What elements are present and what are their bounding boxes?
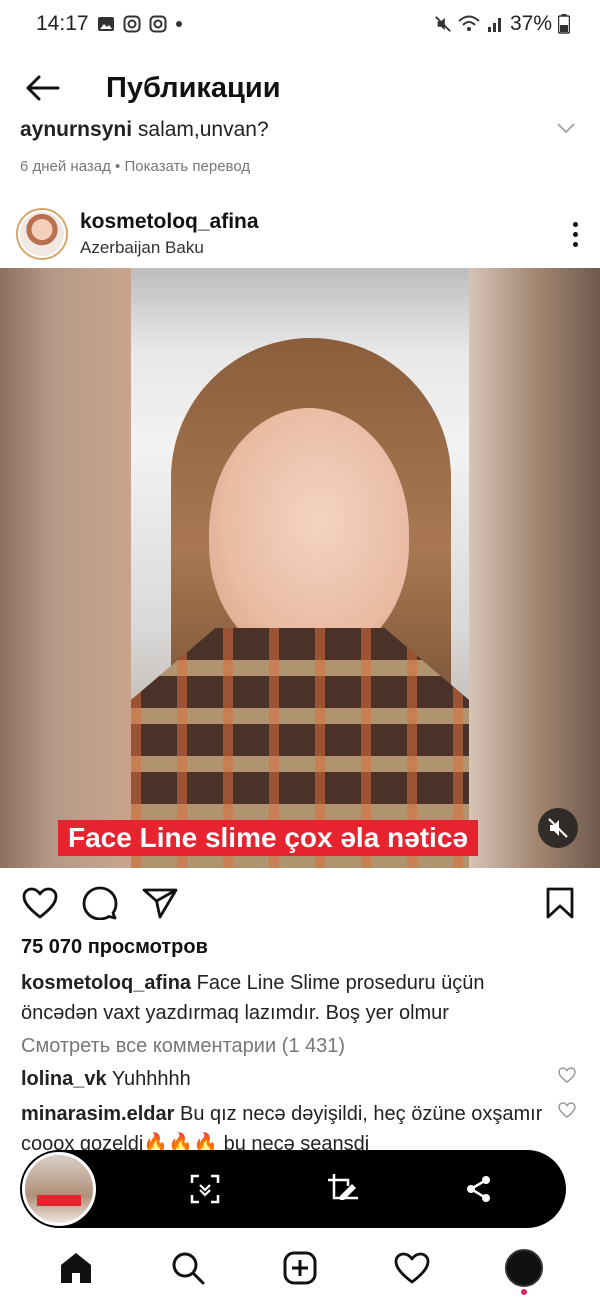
caption-username[interactable]: kosmetoloq_afina	[21, 972, 191, 994]
mute-button[interactable]	[538, 808, 578, 848]
add-post-icon	[283, 1251, 317, 1284]
activity-heart-icon	[394, 1252, 430, 1283]
nav-profile[interactable]	[494, 1243, 554, 1295]
comment-icon	[82, 886, 118, 920]
comment-like-icon[interactable]	[558, 1102, 576, 1118]
save-button[interactable]	[546, 887, 574, 919]
video-thumbnail[interactable]	[22, 1152, 96, 1226]
comment-username[interactable]: aynurnsyni	[20, 118, 132, 141]
page-title: Публикации	[106, 71, 281, 104]
post-video[interactable]: Face Line slime çox əla nəticə	[0, 268, 600, 868]
view-all-comments-link[interactable]: Смотреть все комментарии (1 431)	[21, 1035, 345, 1058]
nav-home[interactable]	[46, 1243, 106, 1293]
chevron-down-icon[interactable]	[556, 122, 576, 134]
instagram-icon	[149, 15, 167, 33]
battery-percent: 37%	[509, 12, 552, 35]
expand-button[interactable]	[189, 1172, 221, 1206]
notification-dot-icon	[175, 21, 182, 27]
comment-time: 6 дней назад	[20, 158, 111, 175]
video-caption: Face Line slime çox əla nəticə	[58, 820, 478, 856]
status-bar: 14:17 37%	[0, 0, 600, 48]
edit-button[interactable]	[326, 1172, 360, 1206]
views-count: 75 070 просмотров	[21, 936, 208, 958]
gallery-icon	[97, 17, 114, 31]
post-location[interactable]: Azerbaijan Baku	[80, 238, 259, 258]
share-pip-button[interactable]	[465, 1172, 493, 1206]
signal-icon	[487, 18, 501, 32]
comment-username[interactable]: minarasim.eldar	[21, 1103, 174, 1125]
previous-comment: aynurnsyni salam,unvan? 6 дней назад • П…	[20, 118, 580, 175]
video-frame	[131, 268, 469, 868]
profile-avatar-icon	[505, 1248, 543, 1287]
bookmark-icon	[546, 887, 574, 919]
post-actions	[0, 880, 600, 926]
search-icon	[172, 1252, 205, 1284]
notification-dot	[521, 1288, 527, 1295]
nav-activity[interactable]	[382, 1243, 442, 1293]
wifi-icon	[458, 15, 480, 31]
avatar[interactable]	[16, 208, 68, 260]
like-button[interactable]	[22, 887, 58, 919]
show-translation-link[interactable]: Показать перевод	[124, 158, 250, 175]
bottom-navigation	[0, 1236, 600, 1299]
post-username[interactable]: kosmetoloq_afina	[80, 210, 259, 234]
heart-icon	[22, 887, 58, 919]
comment-item: lolina_vk Yuhhhhh	[21, 1064, 551, 1094]
instagram-icon	[123, 15, 141, 33]
nav-search[interactable]	[158, 1243, 218, 1293]
comment-username[interactable]: lolina_vk	[21, 1068, 107, 1090]
post-caption: kosmetoloq_afina Face Line Slime prosedu…	[21, 968, 561, 1028]
edit-crop-icon	[327, 1174, 358, 1200]
mute-status-icon	[435, 16, 451, 32]
home-icon	[61, 1252, 91, 1283]
back-button[interactable]	[2, 58, 82, 118]
back-arrow-icon	[26, 75, 60, 101]
expand-icon	[190, 1174, 219, 1204]
comment-text: salam,unvan?	[137, 118, 269, 141]
app-header: Публикации	[0, 58, 600, 118]
comment-item: minarasim.eldar Bu qız necə dəyişildi, h…	[21, 1099, 551, 1151]
comment-like-icon[interactable]	[558, 1067, 576, 1083]
share-node-icon	[467, 1176, 491, 1202]
battery-icon	[558, 14, 570, 34]
status-time: 14:17	[36, 12, 89, 35]
comment-text: Yuhhhhh	[111, 1068, 191, 1090]
share-button[interactable]	[142, 887, 178, 919]
share-icon	[142, 888, 178, 919]
more-vertical-icon[interactable]	[573, 221, 578, 247]
floating-video-toolbar	[20, 1150, 566, 1228]
nav-create[interactable]	[270, 1243, 330, 1293]
post-header: kosmetoloq_afina Azerbaijan Baku	[0, 200, 600, 268]
comment-button[interactable]	[82, 886, 118, 920]
mute-icon	[548, 818, 568, 838]
